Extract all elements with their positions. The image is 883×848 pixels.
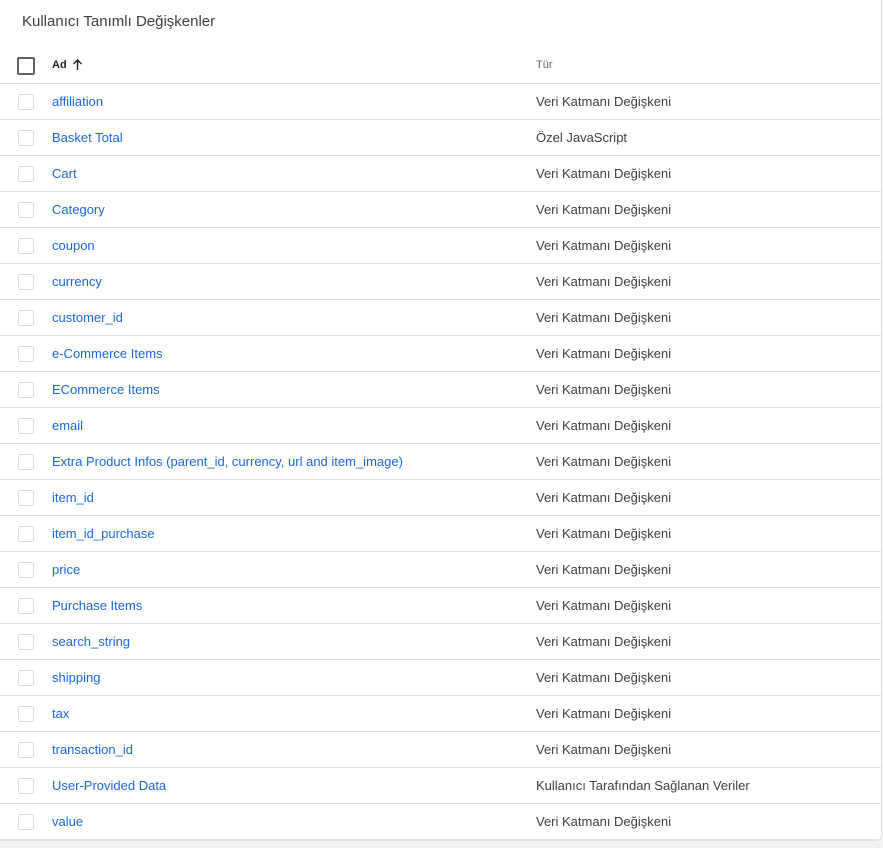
column-header-type[interactable]: Tür [536,47,553,83]
variable-type: Veri Katmanı Değişkeni [536,634,672,649]
user-defined-variables-card: Kullanıcı Tanımlı Değişkenler Ad Tür aff… [0,0,882,841]
variable-name-link[interactable]: customer_id [52,300,123,335]
variable-name-link[interactable]: ECommerce Items [52,372,160,407]
row-checkbox[interactable] [18,166,34,182]
table-header-row: Ad Tür [0,47,881,84]
table-row[interactable]: transaction_id Veri Katmanı Değişkeni [0,732,881,768]
variable-name-link[interactable]: Purchase Items [52,588,142,623]
variable-type: Veri Katmanı Değişkeni [536,706,672,721]
variable-type: Veri Katmanı Değişkeni [536,166,672,181]
row-checkbox[interactable] [18,742,34,758]
row-checkbox[interactable] [18,634,34,650]
table-row[interactable]: ECommerce Items Veri Katmanı Değişkeni [0,372,881,408]
variable-name-link[interactable]: affiliation [52,84,103,119]
row-checkbox[interactable] [18,346,34,362]
variable-type: Veri Katmanı Değişkeni [536,94,672,109]
table-row[interactable]: shipping Veri Katmanı Değişkeni [0,660,881,696]
row-checkbox[interactable] [18,526,34,542]
variables-table: Ad Tür affiliation Veri Katmanı Değişkeni… [0,47,881,840]
row-checkbox[interactable] [18,706,34,722]
table-row[interactable]: currency Veri Katmanı Değişkeni [0,264,881,300]
variable-name-link[interactable]: shipping [52,660,100,695]
variable-name-link[interactable]: User-Provided Data [52,768,166,803]
variable-type: Veri Katmanı Değişkeni [536,526,672,541]
row-checkbox[interactable] [18,94,34,110]
table-row[interactable]: Extra Product Infos (parent_id, currency… [0,444,881,480]
row-checkbox[interactable] [18,562,34,578]
select-all-checkbox[interactable] [17,57,35,75]
variable-name-link[interactable]: value [52,804,83,839]
card-title: Kullanıcı Tanımlı Değişkenler [22,13,216,30]
variable-name-link[interactable]: Extra Product Infos (parent_id, currency… [52,444,403,479]
table-row[interactable]: email Veri Katmanı Değişkeni [0,408,881,444]
row-checkbox[interactable] [18,454,34,470]
table-row[interactable]: price Veri Katmanı Değişkeni [0,552,881,588]
table-row[interactable]: search_string Veri Katmanı Değişkeni [0,624,881,660]
table-row[interactable]: coupon Veri Katmanı Değişkeni [0,228,881,264]
variable-type: Veri Katmanı Değişkeni [536,418,672,433]
variable-type: Veri Katmanı Değişkeni [536,346,672,361]
table-row[interactable]: Cart Veri Katmanı Değişkeni [0,156,881,192]
table-row[interactable]: item_id_purchase Veri Katmanı Değişkeni [0,516,881,552]
arrow-up-icon [72,59,83,71]
row-checkbox[interactable] [18,274,34,290]
table-row[interactable]: e-Commerce Items Veri Katmanı Değişkeni [0,336,881,372]
row-checkbox[interactable] [18,238,34,254]
table-body: affiliation Veri Katmanı Değişkeni Basket … [0,84,881,840]
variable-name-link[interactable]: email [52,408,83,443]
row-checkbox[interactable] [18,382,34,398]
variable-type: Veri Katmanı Değişkeni [536,742,672,757]
variable-name-link[interactable]: item_id_purchase [52,516,155,551]
variable-type: Veri Katmanı Değişkeni [536,562,672,577]
variable-name-link[interactable]: Category [52,192,105,227]
table-row[interactable]: item_id Veri Katmanı Değişkeni [0,480,881,516]
variable-name-link[interactable]: search_string [52,624,130,659]
row-checkbox[interactable] [18,598,34,614]
column-header-name[interactable]: Ad [52,47,83,83]
variable-name-link[interactable]: transaction_id [52,732,133,767]
variable-name-link[interactable]: price [52,552,80,587]
row-checkbox[interactable] [18,202,34,218]
variable-name-link[interactable]: coupon [52,228,95,263]
variable-name-link[interactable]: currency [52,264,102,299]
variable-type: Veri Katmanı Değişkeni [536,454,672,469]
table-row[interactable]: value Veri Katmanı Değişkeni [0,804,881,840]
variable-type: Veri Katmanı Değişkeni [536,202,672,217]
row-checkbox[interactable] [18,418,34,434]
variable-type: Veri Katmanı Değişkeni [536,274,672,289]
row-checkbox[interactable] [18,814,34,830]
variable-name-link[interactable]: tax [52,696,69,731]
variable-type: Veri Katmanı Değişkeni [536,238,672,253]
table-row[interactable]: affiliation Veri Katmanı Değişkeni [0,84,881,120]
variable-name-link[interactable]: e-Commerce Items [52,336,163,371]
table-row[interactable]: Purchase Items Veri Katmanı Değişkeni [0,588,881,624]
variable-type: Veri Katmanı Değişkeni [536,382,672,397]
column-header-name-label: Ad [52,59,67,71]
table-row[interactable]: customer_id Veri Katmanı Değişkeni [0,300,881,336]
row-checkbox[interactable] [18,490,34,506]
variable-type: Kullanıcı Tarafından Sağlanan Veriler [536,778,750,793]
table-row[interactable]: User-Provided Data Kullanıcı Tarafından S… [0,768,881,804]
table-row[interactable]: Category Veri Katmanı Değişkeni [0,192,881,228]
row-checkbox[interactable] [18,778,34,794]
table-row[interactable]: tax Veri Katmanı Değişkeni [0,696,881,732]
row-checkbox[interactable] [18,670,34,686]
variable-type: Özel JavaScript [536,130,628,145]
variable-name-link[interactable]: item_id [52,480,94,515]
variable-type: Veri Katmanı Değişkeni [536,814,672,829]
table-row[interactable]: Basket Total Özel JavaScript [0,120,881,156]
variable-type: Veri Katmanı Değişkeni [536,310,672,325]
variable-name-link[interactable]: Cart [52,156,77,191]
variable-type: Veri Katmanı Değişkeni [536,670,672,685]
variable-type: Veri Katmanı Değişkeni [536,490,672,505]
variable-type: Veri Katmanı Değişkeni [536,598,672,613]
row-checkbox[interactable] [18,310,34,326]
row-checkbox[interactable] [18,130,34,146]
variable-name-link[interactable]: Basket Total [52,120,123,155]
